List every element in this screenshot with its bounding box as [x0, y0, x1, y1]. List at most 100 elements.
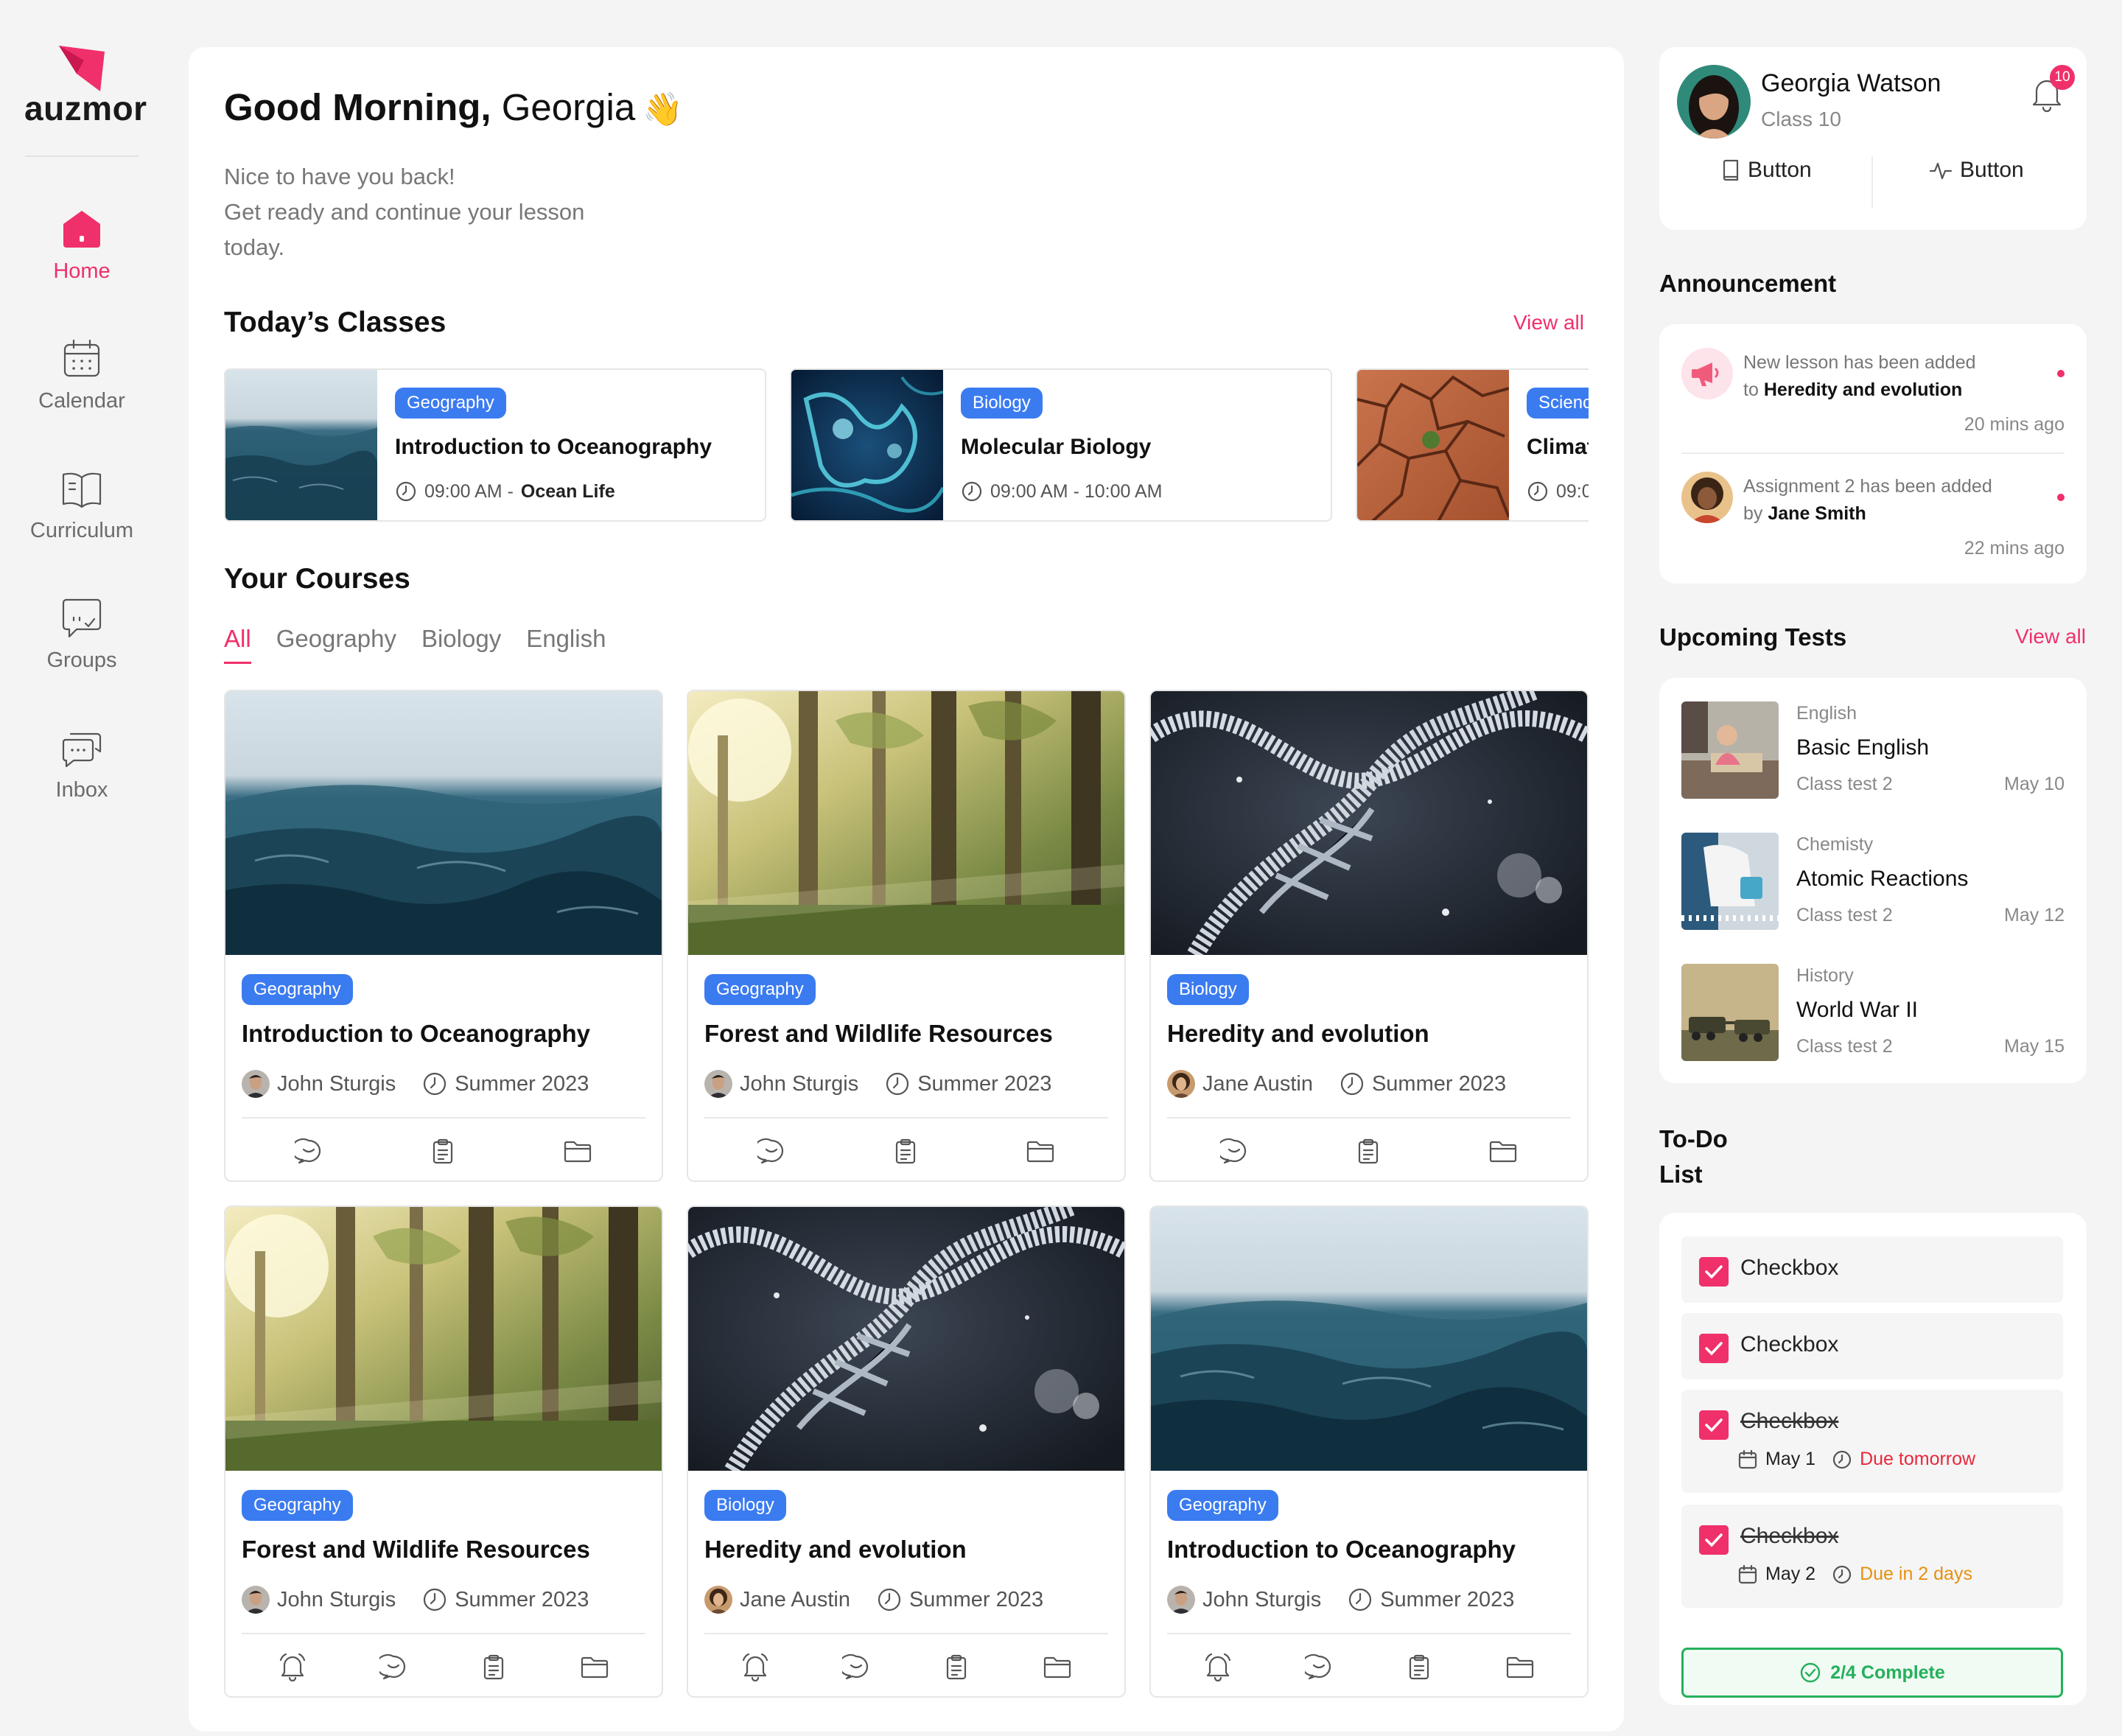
- course-action-folder[interactable]: [563, 1138, 592, 1166]
- class-time: 09:00 AM: [1527, 480, 1589, 503]
- course-tag: Biology: [704, 1490, 786, 1521]
- course-action-folder[interactable]: [1505, 1653, 1535, 1681]
- upcoming-tests-title: Upcoming Tests: [1659, 623, 1847, 651]
- chat-icon: [757, 1138, 784, 1164]
- todays-classes-carousel[interactable]: Geography Introduction to Oceanography 0…: [224, 368, 1589, 523]
- announcement-item[interactable]: New lesson has been added to Heredity an…: [1681, 348, 2065, 444]
- class-card[interactable]: Biology Molecular Biology 09:00 AM - 10:…: [790, 368, 1332, 522]
- course-action-clipboard[interactable]: [480, 1653, 508, 1681]
- course-action-folder[interactable]: [1043, 1653, 1072, 1681]
- test-item[interactable]: History World War II Class test 2 May 15: [1681, 964, 2065, 1063]
- unread-dot: [2057, 494, 2065, 501]
- course-card[interactable]: Biology Heredity and evolution Jane Aust…: [1149, 690, 1589, 1182]
- nav-item-inbox[interactable]: Inbox: [0, 727, 164, 802]
- folder-icon: [1506, 1656, 1534, 1679]
- todo-item[interactable]: Checkbox May 2 Due in 2 days: [1681, 1505, 2063, 1608]
- class-time: 09:00 AM - Ocean Life: [395, 480, 615, 503]
- course-action-bell[interactable]: [740, 1653, 770, 1682]
- announcement-item[interactable]: Assignment 2 has been added by Jane Smit…: [1681, 472, 2065, 567]
- course-term: Summer 2023: [908, 1587, 1044, 1611]
- course-action-chat[interactable]: [1220, 1138, 1248, 1166]
- checkbox-checked[interactable]: [1699, 1334, 1729, 1363]
- nav-item-home[interactable]: Home: [0, 208, 164, 284]
- announcement-subject: Heredity and evolution: [1763, 379, 1963, 400]
- calendar-icon: [1738, 1564, 1757, 1583]
- todo-complete-button[interactable]: 2/4 Complete: [1681, 1648, 2063, 1698]
- course-action-clipboard[interactable]: [892, 1138, 920, 1166]
- course-divider: [704, 1117, 1108, 1119]
- course-term: Summer 2023: [455, 1587, 589, 1611]
- course-action-chat[interactable]: [295, 1138, 323, 1166]
- course-action-chat[interactable]: [379, 1653, 407, 1681]
- course-card[interactable]: Geography Forest and Wildlife Resources …: [224, 1205, 663, 1698]
- checkbox-checked[interactable]: [1699, 1410, 1729, 1440]
- course-action-clipboard[interactable]: [1354, 1138, 1382, 1166]
- class-card[interactable]: Geography Introduction to Oceanography 0…: [224, 368, 766, 522]
- tab-geography[interactable]: Geography: [276, 625, 396, 664]
- course-action-clipboard[interactable]: [429, 1138, 457, 1166]
- course-action-folder[interactable]: [580, 1653, 609, 1681]
- checkbox-checked[interactable]: [1699, 1525, 1729, 1555]
- tab-biology[interactable]: Biology: [421, 625, 501, 664]
- todo-date: May 1: [1765, 1449, 1816, 1469]
- tab-all[interactable]: All: [224, 625, 251, 664]
- test-image-english: [1681, 701, 1779, 799]
- upcoming-tests-view-all[interactable]: View all: [2015, 625, 2086, 648]
- todo-item[interactable]: Checkbox May 1 Due tomorrow: [1681, 1390, 2063, 1493]
- nav-label-groups: Groups: [46, 648, 117, 672]
- class-card[interactable]: Science Climate 09:00 AM: [1356, 368, 1589, 522]
- course-action-chat[interactable]: [1305, 1653, 1333, 1681]
- greeting-line-2: Get ready and continue your lesson today…: [224, 199, 585, 260]
- chat-icon: [379, 1653, 406, 1680]
- avatar[interactable]: [1677, 65, 1751, 139]
- course-divider: [704, 1633, 1108, 1634]
- course-actions: [1167, 1649, 1571, 1686]
- clock-icon: [1340, 1072, 1364, 1096]
- tab-english[interactable]: English: [526, 625, 606, 664]
- notification-button[interactable]: 10: [2031, 65, 2075, 113]
- course-action-folder[interactable]: [1488, 1138, 1518, 1166]
- profile-button-divider: [1871, 156, 1873, 208]
- class-image-cracked-earth: [1357, 370, 1509, 520]
- clipboard-icon: [1358, 1138, 1379, 1164]
- course-meta: Jane Austin Summer 2023: [1167, 1070, 1506, 1098]
- chat-icon: [295, 1138, 321, 1164]
- checkbox-checked[interactable]: [1699, 1257, 1729, 1287]
- course-actions: [704, 1133, 1108, 1170]
- course-action-bell[interactable]: [278, 1653, 307, 1682]
- announcement-line: New lesson has been added: [1743, 352, 1976, 373]
- course-action-chat[interactable]: [842, 1653, 870, 1681]
- todays-classes-view-all[interactable]: View all: [1513, 311, 1584, 335]
- course-card[interactable]: Biology Heredity and evolution Jane Aust…: [687, 1205, 1126, 1698]
- nav-item-groups[interactable]: Groups: [0, 597, 164, 673]
- course-meta: John Sturgis Summer 2023: [242, 1070, 589, 1098]
- profile-button-2[interactable]: Button: [1929, 158, 2024, 183]
- course-card[interactable]: Geography Introduction to Oceanography J…: [1149, 1205, 1589, 1698]
- profile-button-2-label: Button: [1960, 158, 2024, 182]
- course-action-clipboard[interactable]: [942, 1653, 970, 1681]
- todo-meta: May 2 Due in 2 days: [1737, 1564, 1972, 1585]
- announcement-prefix: to: [1743, 379, 1759, 400]
- todo-meta: May 1 Due tomorrow: [1737, 1449, 1975, 1470]
- course-teacher: John Sturgis: [277, 1587, 396, 1611]
- clock-icon: [1832, 1565, 1852, 1583]
- course-card[interactable]: Geography Introduction to Oceanography J…: [224, 690, 663, 1182]
- announcement-title: Announcement: [1659, 270, 1837, 297]
- avatar: [1167, 1070, 1195, 1098]
- nav-item-curriculum[interactable]: Curriculum: [0, 467, 164, 543]
- todo-item[interactable]: Checkbox: [1681, 1313, 2063, 1379]
- profile-card: Georgia Watson Class 10 10 Button Button: [1659, 47, 2087, 230]
- test-subject: History: [1796, 965, 1854, 986]
- test-item[interactable]: Chemisty Atomic Reactions Class test 2 M…: [1681, 833, 2065, 931]
- course-action-bell[interactable]: [1203, 1653, 1233, 1682]
- test-item[interactable]: English Basic English Class test 2 May 1…: [1681, 701, 2065, 800]
- profile-button-1[interactable]: Button: [1721, 158, 1812, 183]
- course-card[interactable]: Geography Forest and Wildlife Resources …: [687, 690, 1126, 1182]
- check-circle-icon: [1800, 1662, 1821, 1683]
- course-action-folder[interactable]: [1026, 1138, 1055, 1166]
- course-image-forest: [688, 691, 1124, 955]
- nav-item-calendar[interactable]: Calendar: [0, 337, 164, 413]
- course-action-chat[interactable]: [757, 1138, 785, 1166]
- todo-item[interactable]: Checkbox: [1681, 1236, 2063, 1303]
- course-action-clipboard[interactable]: [1405, 1653, 1433, 1681]
